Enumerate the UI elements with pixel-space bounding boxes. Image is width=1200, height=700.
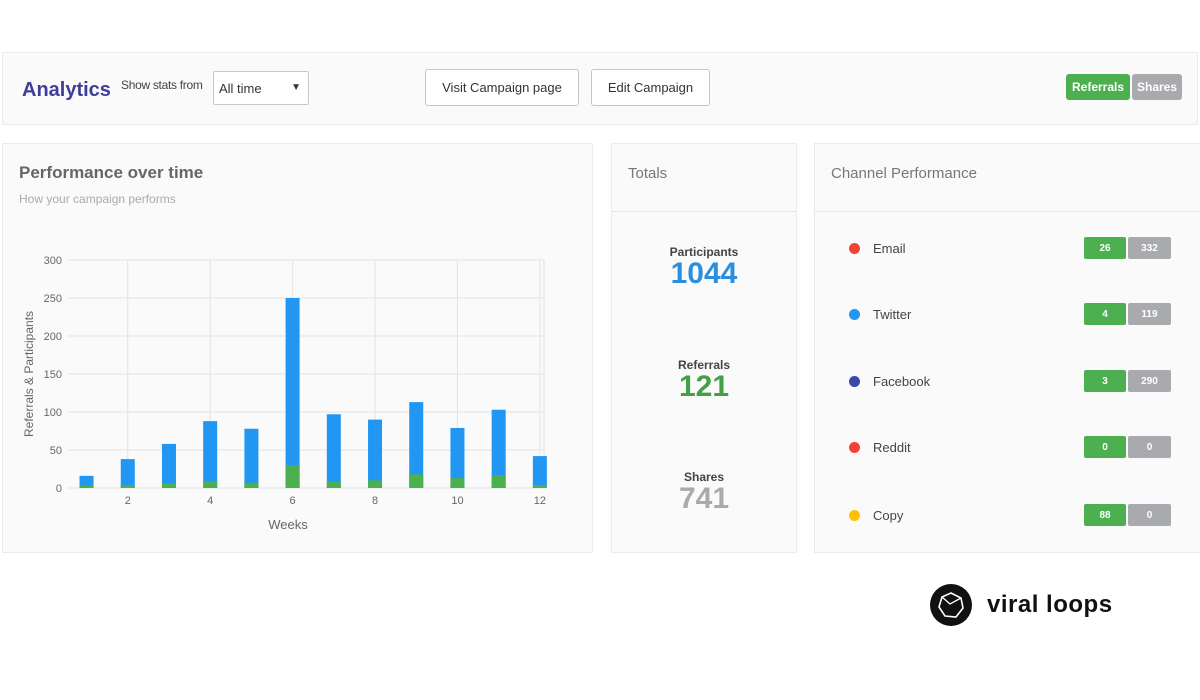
channel-name: Facebook — [873, 374, 931, 389]
performance-chart: 0 50 100 150 200 250 300 2 4 6 8 10 12 Weeks Referrals… — [22, 255, 547, 532]
bar-participants — [285, 298, 300, 488]
channel-header: Channel Performance — [815, 144, 1200, 212]
y-tick-label: 150 — [44, 369, 62, 381]
analytics-header: Analytics Show stats from All time ▼ Vis… — [2, 52, 1198, 125]
channel-dot-icon — [849, 442, 860, 453]
viral-loops-logo-icon — [930, 584, 972, 626]
y-tick-label: 250 — [44, 293, 62, 305]
y-tick-label: 300 — [44, 255, 62, 267]
stat-value: 1044 — [670, 257, 738, 290]
stat-shares: Shares 741 — [612, 470, 796, 516]
channel-name: Copy — [873, 508, 904, 523]
totals-header: Totals — [612, 144, 796, 212]
toggle-shares[interactable]: Shares — [1132, 74, 1182, 100]
channel-dot-icon — [849, 243, 860, 254]
shares-badge: 0 — [1128, 436, 1171, 458]
stat-value: 741 — [678, 482, 730, 515]
channel-row-facebook: Facebook 3 290 — [815, 370, 1200, 394]
x-tick-label: 2 — [125, 495, 131, 507]
channel-row-twitter: Twitter 4 119 — [815, 303, 1200, 327]
bar-participants — [161, 443, 176, 488]
stats-range-value: All time — [219, 81, 262, 96]
edit-campaign-button[interactable]: Edit Campaign — [591, 69, 710, 106]
bar-participants — [203, 421, 218, 488]
bar-referrals — [450, 478, 465, 488]
totals-title: Totals — [628, 165, 668, 182]
visit-campaign-button[interactable]: Visit Campaign page — [425, 69, 579, 106]
stat-referrals: Referrals 121 — [612, 358, 796, 404]
y-tick-label: 50 — [50, 445, 62, 457]
brand-logo-lockup: viral loops — [930, 584, 1113, 626]
y-tick-label: 100 — [44, 407, 62, 419]
channel-dot-icon — [849, 309, 860, 320]
referrals-badge: 26 — [1084, 237, 1126, 259]
channel-name: Email — [873, 241, 906, 256]
performance-card: Performance over time How your campaign … — [2, 143, 593, 553]
bar-participants — [326, 414, 341, 488]
x-tick-label: 12 — [534, 495, 546, 507]
bar-referrals — [491, 475, 506, 488]
channel-dot-icon — [849, 376, 860, 387]
channel-performance-card: Channel Performance Email 26 332 Twitter… — [814, 143, 1200, 553]
totals-card: Totals Participants 1044 Referrals 121 S… — [611, 143, 797, 553]
bar-referrals — [203, 481, 218, 488]
channel-row-copy: Copy 88 0 — [815, 504, 1200, 528]
page-title: Analytics — [22, 79, 111, 101]
bar-referrals — [532, 484, 547, 488]
bar-participants — [368, 419, 383, 488]
channel-name: Twitter — [873, 307, 912, 322]
bar-referrals — [79, 485, 94, 488]
shares-badge: 290 — [1128, 370, 1171, 392]
bar-referrals — [244, 482, 259, 488]
referrals-badge: 0 — [1084, 436, 1126, 458]
stats-range-label: Show stats from — [121, 78, 203, 92]
bar-referrals — [161, 483, 176, 488]
toggle-referrals[interactable]: Referrals — [1066, 74, 1130, 100]
y-axis-label: Referrals & Participants — [22, 311, 36, 437]
bar-referrals — [326, 481, 341, 488]
referrals-badge: 4 — [1084, 303, 1126, 325]
referrals-badge: 3 — [1084, 370, 1126, 392]
y-tick-label: 0 — [56, 483, 62, 495]
bar-participants — [120, 459, 135, 488]
bar-participants — [244, 428, 259, 488]
shares-badge: 332 — [1128, 237, 1171, 259]
shares-badge: 0 — [1128, 504, 1171, 526]
channel-row-email: Email 26 332 — [815, 237, 1200, 261]
shares-badge: 119 — [1128, 303, 1171, 325]
bar-referrals — [285, 465, 300, 488]
bar-referrals — [120, 484, 135, 488]
x-axis-label: Weeks — [268, 517, 308, 532]
stat-participants: Participants 1044 — [612, 245, 796, 291]
channel-dot-icon — [849, 510, 860, 521]
channel-name: Reddit — [873, 440, 911, 455]
x-tick-label: 4 — [207, 495, 213, 507]
stats-range-select[interactable]: All time ▼ — [213, 71, 309, 105]
y-tick-label: 200 — [44, 331, 62, 343]
x-tick-label: 6 — [290, 495, 296, 507]
channel-row-reddit: Reddit 0 0 — [815, 436, 1200, 460]
bar-participants — [532, 456, 547, 488]
bar-referrals — [409, 474, 424, 488]
brand-name: viral loops — [987, 591, 1113, 618]
bar-referrals — [368, 480, 383, 488]
stat-value: 121 — [678, 370, 730, 403]
x-tick-label: 10 — [451, 495, 463, 507]
x-tick-label: 8 — [372, 495, 378, 507]
channel-title: Channel Performance — [831, 165, 977, 182]
caret-down-icon: ▼ — [291, 82, 301, 93]
referrals-badge: 88 — [1084, 504, 1126, 526]
